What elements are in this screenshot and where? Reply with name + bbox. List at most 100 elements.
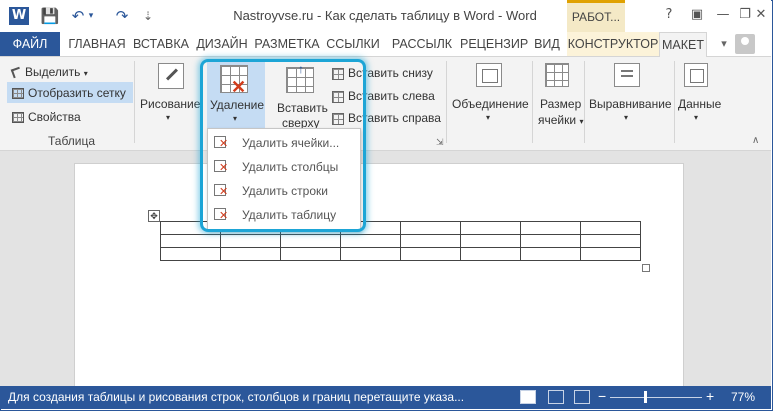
dialog-launcher-icon[interactable]: ⇲ xyxy=(436,137,444,148)
undo-dropdown-icon[interactable]: ▾ xyxy=(86,6,96,26)
merge-button-label[interactable]: Объединение xyxy=(452,97,529,111)
draw-button-label[interactable]: Рисование xyxy=(140,97,200,111)
table-cell[interactable] xyxy=(580,247,641,261)
cell-size-label-2-text: ячейки xyxy=(538,113,577,127)
help-button[interactable]: ? xyxy=(656,4,682,26)
print-layout-view-icon[interactable] xyxy=(548,390,564,404)
delete-rows-icon: ✕ xyxy=(214,184,228,198)
insert-above-label-1[interactable]: Вставить xyxy=(277,101,328,115)
menu-item-label: Удалить столбцы xyxy=(242,160,339,174)
properties-icon xyxy=(12,112,24,124)
table-cell[interactable] xyxy=(520,234,581,248)
table-row[interactable] xyxy=(160,234,641,248)
table-cell[interactable] xyxy=(220,234,281,248)
table-cell[interactable] xyxy=(280,247,341,261)
table-cell[interactable] xyxy=(460,247,521,261)
table-row[interactable] xyxy=(160,247,641,261)
table-cell[interactable] xyxy=(220,247,281,261)
table-cell[interactable] xyxy=(400,234,461,248)
data-button-label[interactable]: Данные xyxy=(678,97,721,111)
group-separator xyxy=(134,61,135,143)
table-resize-handle[interactable] xyxy=(642,264,650,272)
avatar[interactable] xyxy=(735,34,755,54)
table-cell[interactable] xyxy=(460,221,521,235)
menu-item-delete-cells[interactable]: ✕ Удалить ячейки... xyxy=(208,132,360,154)
collapse-ribbon-icon[interactable]: ∧ xyxy=(752,135,759,146)
web-layout-view-icon[interactable] xyxy=(574,390,590,404)
tab-file[interactable]: ФАЙЛ xyxy=(0,32,60,56)
close-button[interactable]: ✕ xyxy=(752,4,770,26)
cell-size-label-2[interactable]: ячейки ▾ xyxy=(538,113,583,127)
chevron-down-icon: ▾ xyxy=(694,113,699,122)
zoom-in-button[interactable]: + xyxy=(706,388,714,404)
cell-size-icon[interactable] xyxy=(545,63,569,87)
tab-view[interactable]: ВИД xyxy=(530,32,564,56)
document-page[interactable]: ✥ xyxy=(74,163,684,388)
properties-button[interactable]: Свойства xyxy=(12,110,81,124)
table-cell[interactable] xyxy=(580,221,641,235)
table-cell[interactable] xyxy=(520,221,581,235)
save-icon[interactable]: 💾 xyxy=(40,6,60,26)
table-cell[interactable] xyxy=(280,234,341,248)
table-cell[interactable] xyxy=(400,221,461,235)
tab-home[interactable]: ГЛАВНАЯ xyxy=(66,32,128,56)
tab-design[interactable]: ДИЗАЙН xyxy=(194,32,250,56)
zoom-out-button[interactable]: − xyxy=(598,388,606,404)
data-icon[interactable] xyxy=(684,63,708,87)
group-separator xyxy=(674,61,675,143)
insert-below-icon xyxy=(332,67,344,80)
table-cell[interactable] xyxy=(340,234,401,248)
tab-review[interactable]: РЕЦЕНЗИР xyxy=(460,32,528,56)
ribbon-display-button[interactable]: ▣ xyxy=(684,4,710,26)
read-mode-view-icon[interactable] xyxy=(520,390,536,404)
tab-layout-page[interactable]: РАЗМЕТКА xyxy=(254,32,320,56)
zoom-slider-thumb[interactable] xyxy=(644,391,648,403)
redo-icon[interactable]: ↷ xyxy=(112,6,132,26)
word-app-icon[interactable]: W xyxy=(9,7,29,25)
delete-cells-icon: ✕ xyxy=(214,136,228,150)
zoom-level[interactable]: 77% xyxy=(731,390,755,404)
tab-table-design[interactable]: КОНСТРУКТОР xyxy=(567,32,659,56)
merge-icon[interactable] xyxy=(476,63,502,87)
menu-item-delete-columns[interactable]: ✕ Удалить столбцы xyxy=(208,156,360,178)
customize-qat-icon[interactable]: ⇣ xyxy=(138,6,158,26)
menu-item-delete-rows[interactable]: ✕ Удалить строки xyxy=(208,180,360,202)
menu-item-delete-table[interactable]: ✕ Удалить таблицу xyxy=(208,204,360,226)
delete-table-icon[interactable]: ✕ xyxy=(220,65,248,96)
alignment-button-label[interactable]: Выравнивание xyxy=(589,97,672,111)
insert-below-button[interactable]: Вставить снизу xyxy=(332,66,433,80)
insert-right-label: Вставить справа xyxy=(348,111,441,125)
insert-left-icon xyxy=(332,90,344,103)
menu-item-label: Удалить ячейки... xyxy=(242,136,340,150)
insert-right-button[interactable]: Вставить справа xyxy=(332,111,441,125)
select-arrow-icon xyxy=(10,67,23,79)
show-grid-button[interactable]: Отобразить сетку xyxy=(12,86,126,100)
zoom-slider[interactable] xyxy=(610,397,702,398)
group-separator xyxy=(584,61,585,143)
alignment-icon[interactable] xyxy=(614,63,640,87)
table-cell[interactable] xyxy=(400,247,461,261)
table-move-handle-icon[interactable]: ✥ xyxy=(148,210,160,222)
insert-left-button[interactable]: Вставить слева xyxy=(332,89,435,103)
draw-table-icon[interactable] xyxy=(158,63,184,89)
insert-above-icon[interactable]: ↑ xyxy=(286,62,314,93)
table-cell[interactable] xyxy=(520,247,581,261)
table-cell[interactable] xyxy=(340,247,401,261)
title-bar: W 💾 ↶ ▾ ↷ ⇣ Nastroyvse.ru - Как сделать … xyxy=(0,0,771,32)
tab-table-layout[interactable]: МАКЕТ xyxy=(659,32,707,57)
undo-icon[interactable]: ↶ xyxy=(68,6,88,26)
group-separator xyxy=(532,61,533,143)
tab-mailings[interactable]: РАССЫЛК xyxy=(386,32,458,56)
table-cell[interactable] xyxy=(580,234,641,248)
tab-insert[interactable]: ВСТАВКА xyxy=(132,32,190,56)
window-title: Nastroyvse.ru - Как сделать таблицу в Wo… xyxy=(233,8,537,23)
delete-button-label[interactable]: Удаление xyxy=(210,98,264,112)
account-dropdown-icon[interactable]: ▾ xyxy=(714,34,734,54)
chevron-down-icon: ▾ xyxy=(83,69,88,78)
select-button[interactable]: Выделить ▾ xyxy=(10,65,88,79)
table-cell[interactable] xyxy=(160,247,221,261)
cell-size-label-1[interactable]: Размер xyxy=(540,97,581,111)
table-cell[interactable] xyxy=(460,234,521,248)
tab-references[interactable]: ССЫЛКИ xyxy=(324,32,382,56)
table-cell[interactable] xyxy=(160,234,221,248)
